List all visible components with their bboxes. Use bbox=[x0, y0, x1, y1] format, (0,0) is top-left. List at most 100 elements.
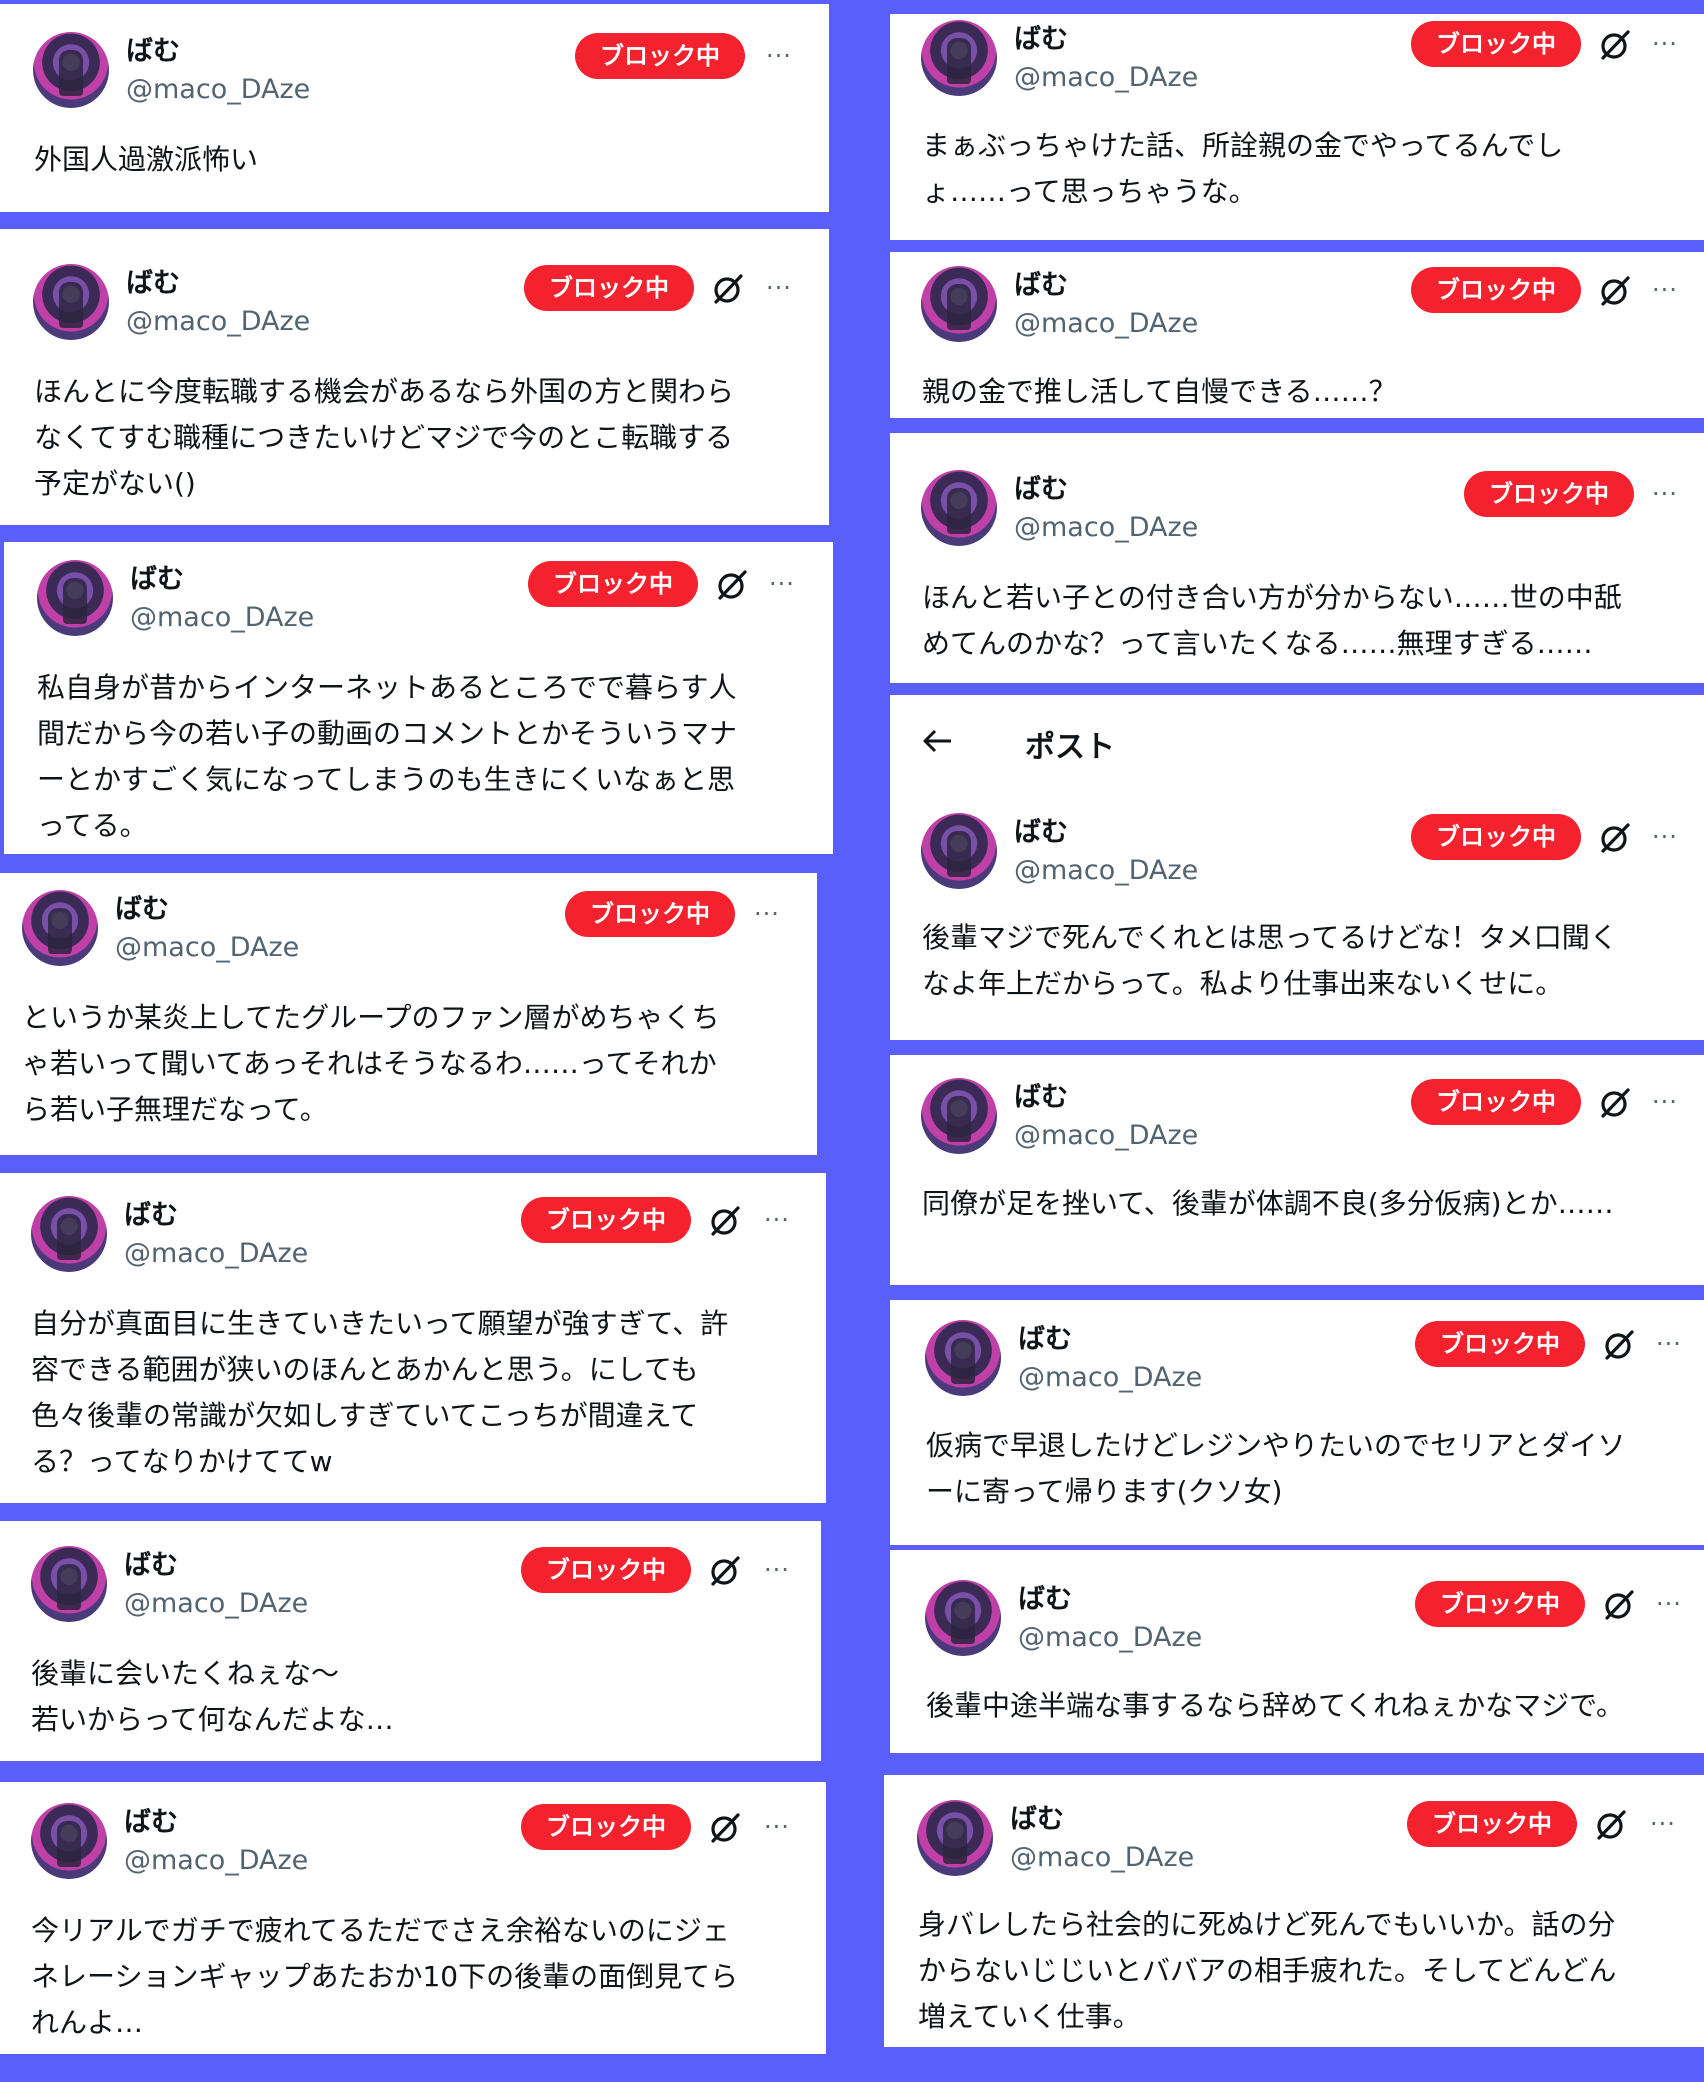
post-text: 後輩に会いたくねぇな〜 若いからって何なんだよな… bbox=[31, 1657, 394, 1736]
more-options-icon[interactable]: ··· bbox=[769, 567, 795, 601]
grok-icon[interactable] bbox=[715, 568, 749, 602]
user-handle[interactable]: @maco_DAze bbox=[124, 1238, 308, 1270]
avatar[interactable] bbox=[921, 470, 997, 546]
user-name[interactable]: ばむ bbox=[115, 894, 169, 926]
avatar[interactable] bbox=[31, 1196, 107, 1272]
user-handle[interactable]: @maco_DAze bbox=[126, 306, 310, 338]
user-name[interactable]: ばむ bbox=[1014, 1082, 1068, 1114]
grok-icon[interactable] bbox=[1598, 1086, 1632, 1120]
user-name[interactable]: ばむ bbox=[124, 1807, 178, 1839]
grok-icon[interactable] bbox=[711, 272, 745, 306]
avatar[interactable] bbox=[925, 1580, 1001, 1656]
arrow-left-icon bbox=[923, 729, 951, 753]
user-handle[interactable]: @maco_DAze bbox=[1014, 512, 1198, 544]
post-text: 後輩マジで死んでくれとは思ってるけどな！タメ口聞く なよ年上だからって。私より仕… bbox=[922, 921, 1618, 1000]
user-handle[interactable]: @maco_DAze bbox=[1014, 62, 1198, 94]
blocked-button[interactable]: ブロック中 bbox=[528, 561, 698, 607]
grok-icon[interactable] bbox=[1602, 1328, 1636, 1362]
post-text: ほんと若い子との付き合い方が分からない……世の中舐 めてんのかな？って言いたくな… bbox=[922, 581, 1622, 660]
user-handle[interactable]: @maco_DAze bbox=[1014, 855, 1198, 887]
more-options-icon[interactable]: ··· bbox=[764, 1553, 790, 1587]
user-name[interactable]: ばむ bbox=[124, 1200, 178, 1232]
user-name[interactable]: ばむ bbox=[1014, 817, 1068, 849]
more-options-icon[interactable]: ··· bbox=[1652, 273, 1678, 307]
user-name[interactable]: ばむ bbox=[1014, 474, 1068, 506]
more-options-icon[interactable]: ··· bbox=[1656, 1327, 1682, 1361]
user-handle[interactable]: @maco_DAze bbox=[1010, 1842, 1194, 1874]
user-name[interactable]: ばむ bbox=[1018, 1324, 1072, 1356]
grok-icon[interactable] bbox=[1594, 1808, 1628, 1842]
blocked-button[interactable]: ブロック中 bbox=[1411, 814, 1581, 860]
user-name[interactable]: ばむ bbox=[1014, 270, 1068, 302]
user-name[interactable]: ばむ bbox=[1018, 1584, 1072, 1616]
back-button[interactable] bbox=[922, 727, 954, 759]
grok-icon[interactable] bbox=[1598, 821, 1632, 855]
more-options-icon[interactable]: ··· bbox=[766, 271, 792, 305]
avatar[interactable] bbox=[22, 890, 98, 966]
user-name[interactable]: ばむ bbox=[124, 1550, 178, 1582]
avatar[interactable] bbox=[917, 1800, 993, 1876]
post-text: 今リアルでガチで疲れてるただでさえ余裕ないのにジェ ネレーションギャップあたおか… bbox=[31, 1914, 739, 2039]
user-name[interactable]: ばむ bbox=[126, 268, 180, 300]
user-handle[interactable]: @maco_DAze bbox=[130, 602, 314, 634]
blocked-button[interactable]: ブロック中 bbox=[521, 1197, 691, 1243]
avatar[interactable] bbox=[921, 20, 997, 96]
grok-icon[interactable] bbox=[1602, 1588, 1636, 1622]
user-handle[interactable]: @maco_DAze bbox=[124, 1845, 308, 1877]
user-handle[interactable]: @maco_DAze bbox=[1014, 1120, 1198, 1152]
avatar[interactable] bbox=[33, 264, 109, 340]
user-name[interactable]: ばむ bbox=[1014, 24, 1068, 56]
more-options-icon[interactable]: ··· bbox=[1656, 1587, 1682, 1621]
post-text: というか某炎上してたグループのファン層がめちゃくち ゃ若いって聞いてあっそれはそ… bbox=[22, 1001, 720, 1126]
grok-icon[interactable] bbox=[708, 1204, 742, 1238]
grok-icon[interactable] bbox=[708, 1811, 742, 1845]
blocked-button[interactable]: ブロック中 bbox=[1411, 1079, 1581, 1125]
user-name[interactable]: ばむ bbox=[130, 564, 184, 596]
user-handle[interactable]: @maco_DAze bbox=[126, 74, 310, 106]
avatar[interactable] bbox=[37, 560, 113, 636]
avatar[interactable] bbox=[921, 1078, 997, 1154]
page-title: ポスト bbox=[1025, 730, 1115, 765]
post-text: 身バレしたら社会的に死ぬけど死んでもいいか。話の分 からないじじいとババアの相手… bbox=[918, 1908, 1617, 2033]
blocked-button[interactable]: ブロック中 bbox=[1407, 1801, 1577, 1847]
user-name[interactable]: ばむ bbox=[126, 36, 180, 68]
more-options-icon[interactable]: ··· bbox=[1650, 1807, 1676, 1841]
post-text: まぁぶっちゃけた話、所詮親の金でやってるんでし ょ……って思っちゃうな。 bbox=[922, 129, 1564, 208]
grok-icon[interactable] bbox=[1598, 274, 1632, 308]
post-text: 仮病で早退したけどレジンやりたいのでセリアとダイソ ーに寄って帰ります(クソ女) bbox=[926, 1429, 1626, 1508]
avatar[interactable] bbox=[33, 32, 109, 108]
post-text: 同僚が足を挫いて、後輩が体調不良(多分仮病)とか…… bbox=[922, 1187, 1614, 1220]
blocked-button[interactable]: ブロック中 bbox=[575, 33, 745, 79]
avatar[interactable] bbox=[925, 1320, 1001, 1396]
grok-icon[interactable] bbox=[1598, 28, 1632, 62]
more-options-icon[interactable]: ··· bbox=[1652, 1085, 1678, 1119]
more-options-icon[interactable]: ··· bbox=[764, 1203, 790, 1237]
more-options-icon[interactable]: ··· bbox=[766, 39, 792, 73]
user-handle[interactable]: @maco_DAze bbox=[124, 1588, 308, 1620]
user-handle[interactable]: @maco_DAze bbox=[115, 932, 299, 964]
user-name[interactable]: ばむ bbox=[1010, 1804, 1064, 1836]
blocked-button[interactable]: ブロック中 bbox=[565, 891, 735, 937]
avatar[interactable] bbox=[31, 1546, 107, 1622]
more-options-icon[interactable]: ··· bbox=[1652, 820, 1678, 854]
blocked-button[interactable]: ブロック中 bbox=[524, 265, 694, 311]
blocked-button[interactable]: ブロック中 bbox=[1415, 1321, 1585, 1367]
more-options-icon[interactable]: ··· bbox=[1652, 477, 1678, 511]
blocked-button[interactable]: ブロック中 bbox=[1464, 471, 1634, 517]
post-text: 親の金で推し活して自慢できる……？ bbox=[922, 375, 1397, 408]
blocked-button[interactable]: ブロック中 bbox=[1411, 267, 1581, 313]
user-handle[interactable]: @maco_DAze bbox=[1018, 1362, 1202, 1394]
more-options-icon[interactable]: ··· bbox=[1652, 27, 1678, 61]
user-handle[interactable]: @maco_DAze bbox=[1014, 308, 1198, 340]
more-options-icon[interactable]: ··· bbox=[754, 897, 780, 931]
avatar[interactable] bbox=[921, 813, 997, 889]
blocked-button[interactable]: ブロック中 bbox=[1411, 21, 1581, 67]
blocked-button[interactable]: ブロック中 bbox=[521, 1804, 691, 1850]
user-handle[interactable]: @maco_DAze bbox=[1018, 1622, 1202, 1654]
blocked-button[interactable]: ブロック中 bbox=[521, 1547, 691, 1593]
avatar[interactable] bbox=[31, 1803, 107, 1879]
more-options-icon[interactable]: ··· bbox=[764, 1810, 790, 1844]
blocked-button[interactable]: ブロック中 bbox=[1415, 1581, 1585, 1627]
grok-icon[interactable] bbox=[708, 1554, 742, 1588]
avatar[interactable] bbox=[921, 266, 997, 342]
